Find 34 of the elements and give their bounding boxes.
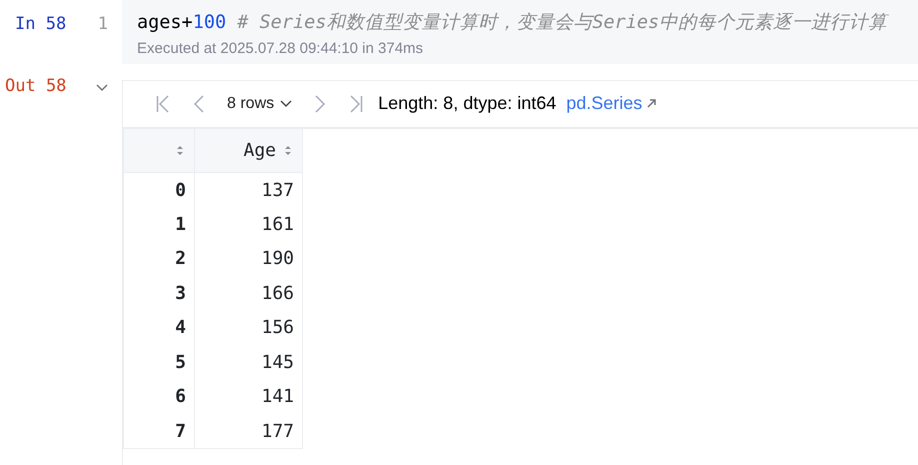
- caret-icon: [280, 100, 292, 108]
- row-index: 4: [124, 310, 194, 345]
- arrow-icon: [647, 99, 656, 108]
- sort-icon: [284, 144, 292, 156]
- table-cell: 166: [194, 276, 302, 310]
- table-cell: 177: [194, 414, 302, 448]
- last-icon: [349, 94, 364, 112]
- table-cell: 137: [194, 172, 302, 207]
- output-prompt: Out 58: [5, 74, 66, 98]
- next-icon: [313, 94, 328, 112]
- table-cell: 161: [194, 207, 302, 242]
- table-cell: 156: [194, 310, 302, 345]
- table-cell: 141: [194, 380, 302, 414]
- code-line: ages+100 # Series和数值型变量计算时，变量会与Series中的每个元素逐一进行计算: [137, 11, 890, 35]
- row-index: 3: [124, 276, 194, 310]
- previous-icon: [192, 94, 206, 112]
- row-index: 1: [124, 207, 194, 242]
- series-info: Length: 8, dtype: int64: [378, 92, 556, 115]
- series-link[interactable]: pd.Series: [566, 90, 656, 117]
- table-cell: 190: [194, 242, 302, 276]
- table-cell: 145: [194, 345, 302, 380]
- sort-icon: [176, 144, 184, 156]
- row-index: 6: [124, 380, 194, 414]
- row-index: 5: [124, 345, 194, 380]
- first-icon: [156, 94, 170, 112]
- line-number: 1: [98, 13, 108, 36]
- row-index: 2: [124, 242, 194, 276]
- row-index: 0: [124, 172, 194, 207]
- row-index: 7: [124, 414, 194, 448]
- rows-dropdown[interactable]: 8 rows: [217, 92, 302, 116]
- cell-prompt: In 58: [15, 13, 66, 36]
- execution-status: Executed at 2025.07.28 09:44:10 in 374ms: [137, 39, 424, 59]
- column-header[interactable]: Age: [194, 128, 302, 172]
- chevron-down-icon[interactable]: [96, 84, 108, 92]
